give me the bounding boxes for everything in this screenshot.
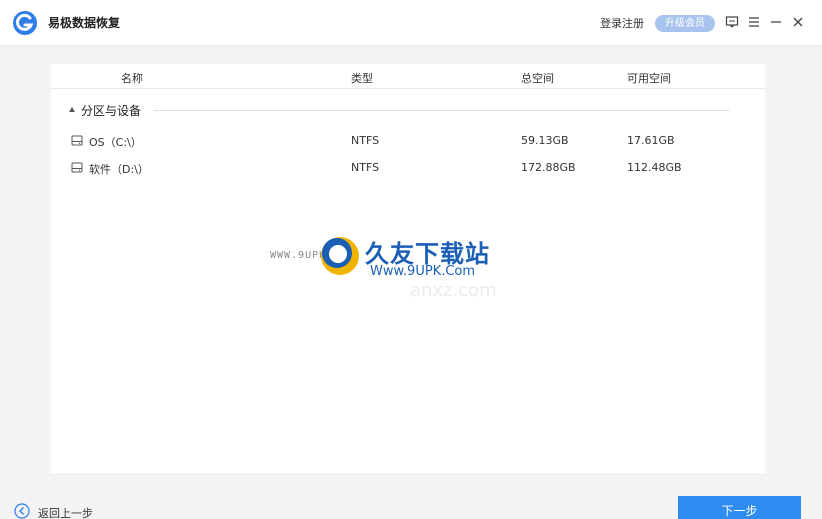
- partition-total: 59.13GB: [521, 134, 569, 147]
- title-bar: 易极数据恢复 登录注册 升级会员: [0, 0, 822, 46]
- menu-icon[interactable]: [746, 14, 762, 30]
- footer-bar: 返回上一步 下一步: [0, 491, 822, 519]
- minimize-icon[interactable]: [768, 14, 784, 30]
- partition-group[interactable]: 分区与设备: [69, 102, 729, 118]
- hard-disk-icon: [71, 135, 83, 146]
- group-label: 分区与设备: [81, 104, 142, 118]
- column-header-total[interactable]: 总空间: [521, 70, 554, 86]
- app-title: 易极数据恢复: [48, 16, 121, 30]
- close-icon[interactable]: [790, 14, 806, 30]
- table-header: 名称 类型 总空间 可用空间: [51, 64, 765, 89]
- partition-free: 17.61GB: [627, 134, 675, 147]
- partition-name: 软件（D:\）: [89, 163, 149, 176]
- table-row[interactable]: 软件（D:\） NTFS 172.88GB 112.48GB: [51, 157, 765, 179]
- partition-total: 172.88GB: [521, 161, 576, 174]
- next-step-button[interactable]: 下一步: [678, 496, 801, 519]
- group-divider: [154, 110, 729, 111]
- watermark-logo-icon: [321, 237, 359, 275]
- hard-disk-icon: [71, 162, 83, 173]
- upgrade-vip-button[interactable]: 升级会员: [655, 15, 715, 32]
- collapse-arrow-icon[interactable]: [69, 107, 75, 112]
- arrow-left-circle-icon[interactable]: [14, 503, 30, 519]
- partition-type: NTFS: [351, 161, 380, 174]
- partition-type: NTFS: [351, 134, 380, 147]
- app-logo-icon: [13, 11, 37, 35]
- partition-name: OS（C:\）: [89, 136, 142, 149]
- back-button-label[interactable]: 返回上一步: [38, 505, 93, 519]
- table-row[interactable]: OS（C:\） NTFS 59.13GB 17.61GB: [51, 130, 765, 152]
- column-header-type[interactable]: 类型: [351, 70, 373, 86]
- watermark-ghost-text: anxz.com: [410, 280, 497, 301]
- message-icon[interactable]: [724, 14, 740, 30]
- watermark: WWW.9UPK.COM 久友下载站 Www.9UPK.Com anxz.com: [270, 232, 510, 302]
- watermark-subtitle: Www.9UPK.Com: [370, 264, 476, 279]
- partition-free: 112.48GB: [627, 161, 682, 174]
- login-register-link[interactable]: 登录注册: [600, 15, 644, 31]
- column-header-name[interactable]: 名称: [121, 70, 143, 86]
- column-header-free[interactable]: 可用空间: [627, 70, 671, 86]
